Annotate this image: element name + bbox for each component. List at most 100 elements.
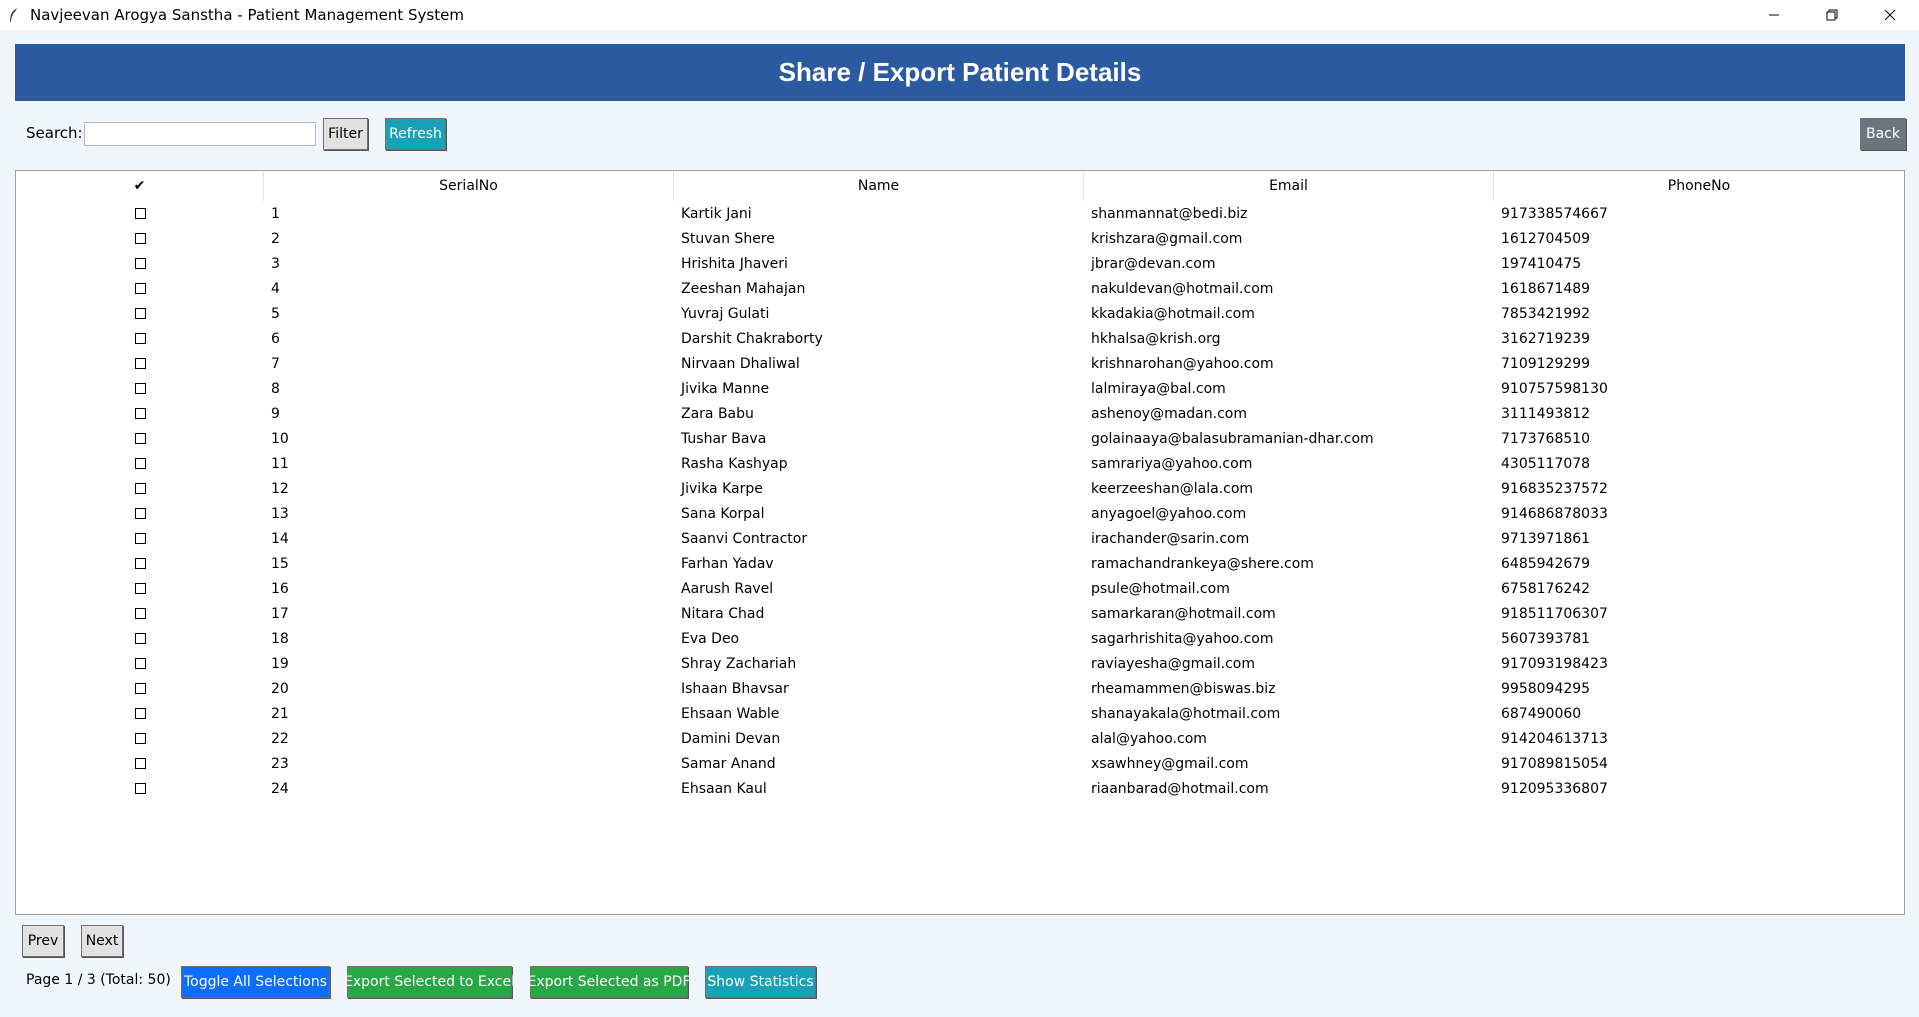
row-select-cell[interactable] <box>16 508 264 519</box>
cell-name: Aarush Ravel <box>681 580 774 597</box>
minimize-button[interactable] <box>1745 0 1803 30</box>
row-select-cell[interactable] <box>16 433 264 444</box>
row-checkbox[interactable] <box>134 558 146 569</box>
row-checkbox[interactable] <box>134 583 146 594</box>
row-checkbox[interactable] <box>134 383 146 394</box>
row-select-cell[interactable] <box>16 308 264 319</box>
table-row[interactable]: 19 Shray Zachariah raviayesha@gmail.com 917… <box>16 651 1904 676</box>
row-select-cell[interactable] <box>16 783 264 794</box>
page-header: Share / Export Patient Details <box>15 44 1905 101</box>
table-row[interactable]: 3 Hrishita Jhaveri jbrar@devan.com 19741047… <box>16 251 1904 276</box>
row-checkbox[interactable] <box>134 408 146 419</box>
cell-email: krishnarohan@yahoo.com <box>1091 355 1274 372</box>
row-checkbox[interactable] <box>134 608 146 619</box>
row-select-cell[interactable] <box>16 733 264 744</box>
table-row[interactable]: 10 Tushar Bava golainaaya@balasubramanian-… <box>16 426 1904 451</box>
table-row[interactable]: 6 Darshit Chakraborty hkhalsa@krish.org 316… <box>16 326 1904 351</box>
table-row[interactable]: 22 Damini Devan alal@yahoo.com 914204613713 <box>16 726 1904 751</box>
column-header-phoneno[interactable]: PhoneNo <box>1494 171 1904 201</box>
row-checkbox[interactable] <box>134 258 146 269</box>
table-row[interactable]: 2 Stuvan Shere krishzara@gmail.com 16127045… <box>16 226 1904 251</box>
next-button[interactable]: Next <box>81 925 123 957</box>
back-button[interactable]: Back <box>1860 118 1906 150</box>
table-row[interactable]: 20 Ishaan Bhavsar rheamammen@biswas.biz 995… <box>16 676 1904 701</box>
column-header-serialno[interactable]: SerialNo <box>264 171 674 201</box>
column-header-select[interactable]: ✔ <box>16 171 264 201</box>
row-select-cell[interactable] <box>16 608 264 619</box>
row-checkbox[interactable] <box>134 333 146 344</box>
row-select-cell[interactable] <box>16 708 264 719</box>
row-checkbox[interactable] <box>134 733 146 744</box>
row-checkbox[interactable] <box>134 458 146 469</box>
table-row[interactable]: 4 Zeeshan Mahajan nakuldevan@hotmail.com 16… <box>16 276 1904 301</box>
row-select-cell[interactable] <box>16 483 264 494</box>
row-checkbox[interactable] <box>134 683 146 694</box>
restore-button[interactable] <box>1803 0 1861 30</box>
row-select-cell[interactable] <box>16 383 264 394</box>
table-row[interactable]: 15 Farhan Yadav ramachandrankeya@shere.com… <box>16 551 1904 576</box>
row-checkbox[interactable] <box>134 283 146 294</box>
row-select-cell[interactable] <box>16 758 264 769</box>
refresh-button[interactable]: Refresh <box>385 118 446 150</box>
row-checkbox[interactable] <box>134 658 146 669</box>
search-input[interactable] <box>84 122 316 146</box>
column-header-name[interactable]: Name <box>674 171 1084 201</box>
table-row[interactable]: 24 Ehsaan Kaul riaanbarad@hotmail.com 91209… <box>16 776 1904 801</box>
table-row[interactable]: 12 Jivika Karpe keerzeeshan@lala.com 916835… <box>16 476 1904 501</box>
row-select-cell[interactable] <box>16 558 264 569</box>
row-checkbox[interactable] <box>134 508 146 519</box>
row-select-cell[interactable] <box>16 583 264 594</box>
table-row[interactable]: 18 Eva Deo sagarhrishita@yahoo.com 56073937… <box>16 626 1904 651</box>
table-row[interactable]: 5 Yuvraj Gulati kkadakia@hotmail.com 785342… <box>16 301 1904 326</box>
table-row[interactable]: 1 Kartik Jani shanmannat@bedi.biz 917338574… <box>16 201 1904 226</box>
row-checkbox[interactable] <box>134 633 146 644</box>
table-row[interactable]: 11 Rasha Kashyap samrariya@yahoo.com 430511… <box>16 451 1904 476</box>
row-select-cell[interactable] <box>16 683 264 694</box>
show-statistics-button[interactable]: Show Statistics <box>705 966 816 998</box>
row-select-cell[interactable] <box>16 233 264 244</box>
cell-serialno: 13 <box>271 505 289 522</box>
table-row[interactable]: 23 Samar Anand xsawhney@gmail.com 917089815… <box>16 751 1904 776</box>
table-row[interactable]: 13 Sana Korpal anyagoel@yahoo.com 914686878… <box>16 501 1904 526</box>
row-checkbox[interactable] <box>134 533 146 544</box>
row-checkbox[interactable] <box>134 483 146 494</box>
table-row[interactable]: 16 Aarush Ravel psule@hotmail.com 675817624… <box>16 576 1904 601</box>
cell-name: Jivika Manne <box>681 380 770 397</box>
row-select-cell[interactable] <box>16 658 264 669</box>
row-select-cell[interactable] <box>16 408 264 419</box>
prev-button[interactable]: Prev <box>22 925 64 957</box>
close-icon <box>1884 9 1896 21</box>
row-checkbox[interactable] <box>134 208 146 219</box>
cell-serialno: 24 <box>271 780 289 797</box>
row-checkbox[interactable] <box>134 358 146 369</box>
toggle-all-button[interactable]: Toggle All Selections <box>181 966 330 998</box>
cell-phoneno: 3111493812 <box>1501 405 1591 422</box>
row-select-cell[interactable] <box>16 358 264 369</box>
export-excel-button[interactable]: Export Selected to Excel <box>344 966 515 998</box>
table-row[interactable]: 7 Nirvaan Dhaliwal krishnarohan@yahoo.com 7… <box>16 351 1904 376</box>
row-checkbox[interactable] <box>134 758 146 769</box>
row-select-cell[interactable] <box>16 258 264 269</box>
row-checkbox[interactable] <box>134 433 146 444</box>
row-select-cell[interactable] <box>16 283 264 294</box>
table-row[interactable]: 9 Zara Babu ashenoy@madan.com 3111493812 <box>16 401 1904 426</box>
export-pdf-button[interactable]: Export Selected as PDF <box>527 966 691 998</box>
row-checkbox[interactable] <box>134 783 146 794</box>
row-checkbox[interactable] <box>134 708 146 719</box>
row-select-cell[interactable] <box>16 458 264 469</box>
row-select-cell[interactable] <box>16 533 264 544</box>
cell-phoneno: 914686878033 <box>1501 505 1608 522</box>
row-checkbox[interactable] <box>134 308 146 319</box>
row-select-cell[interactable] <box>16 333 264 344</box>
filter-button[interactable]: Filter <box>323 118 368 150</box>
table-row[interactable]: 8 Jivika Manne lalmiraya@bal.com 9107575981… <box>16 376 1904 401</box>
row-select-cell[interactable] <box>16 208 264 219</box>
close-button[interactable] <box>1861 0 1919 30</box>
table-row[interactable]: 14 Saanvi Contractor irachander@sarin.com 9… <box>16 526 1904 551</box>
table-row[interactable]: 21 Ehsaan Wable shanayakala@hotmail.com 687… <box>16 701 1904 726</box>
table-row[interactable]: 17 Nitara Chad samarkaran@hotmail.com 91851… <box>16 601 1904 626</box>
row-checkbox[interactable] <box>134 233 146 244</box>
row-select-cell[interactable] <box>16 633 264 644</box>
column-header-email[interactable]: Email <box>1084 171 1494 201</box>
cell-serialno: 16 <box>271 580 289 597</box>
